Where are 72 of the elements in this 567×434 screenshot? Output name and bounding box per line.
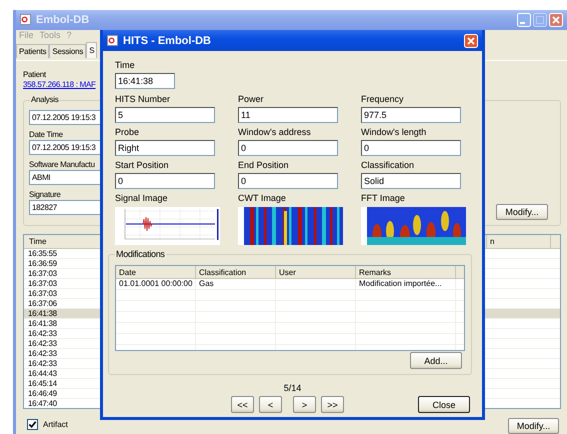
window-title: HITS - Embol-DB — [123, 34, 211, 46]
checkbox-label: Artifact — [43, 420, 68, 428]
time-cell-text: 16:44:43 — [27, 369, 57, 378]
group-title: Analysis — [30, 95, 60, 104]
field-label: HITS Number — [115, 94, 172, 105]
artifact-checkbox[interactable] — [27, 418, 38, 430]
table-cell: 01.01.0001 00:00:00 — [116, 279, 196, 289]
text-field[interactable]: 16:41:38 — [115, 73, 175, 89]
field-label: Signature — [29, 190, 62, 199]
time-cell-text: 16:45:14 — [27, 379, 57, 388]
time-cell-text: 16:42:33 — [27, 359, 57, 368]
field-label: Patient — [23, 70, 47, 79]
column-header[interactable]: Classification — [196, 266, 276, 279]
close-icon[interactable] — [549, 12, 563, 27]
field-label: Time — [115, 60, 136, 71]
field-label: Probe — [115, 127, 140, 138]
nav-button[interactable]: << — [231, 396, 254, 413]
time-cell-text: 16:37:03 — [27, 289, 57, 298]
nav-button[interactable]: < — [259, 396, 282, 413]
group-title: Modifications — [115, 249, 166, 259]
time-cell-text: 16:42:33 — [27, 329, 57, 338]
text-field[interactable]: 5 — [115, 107, 215, 123]
field-label: Window's address — [238, 127, 312, 138]
table-cell: Gas — [196, 279, 276, 289]
text-field[interactable]: 0 — [238, 140, 338, 156]
time-cell-text: 16:47:40 — [27, 399, 57, 408]
text-field[interactable]: 0 — [115, 173, 215, 189]
field-label: Start Position — [115, 160, 170, 171]
add-button[interactable]: Add... — [410, 352, 462, 369]
table-cell: Modification importée... — [356, 279, 456, 289]
nav-button[interactable]: > — [293, 396, 316, 413]
column-header[interactable]: n — [487, 235, 551, 248]
image-label: CWT Image — [238, 193, 287, 204]
time-cell-text: 16:37:03 — [27, 279, 57, 288]
app-icon — [20, 14, 31, 26]
time-cell-text: 16:35:55 — [27, 249, 57, 258]
text-field[interactable]: 11 — [238, 107, 338, 123]
text-field[interactable]: Right — [115, 140, 215, 156]
close-icon[interactable] — [464, 34, 478, 48]
time-cell-text: 16:46:49 — [27, 389, 57, 398]
text-field[interactable]: Solid — [361, 173, 461, 189]
column-header[interactable]: Remarks — [356, 266, 456, 279]
text-field[interactable]: 0 — [361, 140, 461, 156]
text-field[interactable]: 0 — [238, 173, 338, 189]
field-label: Frequency — [361, 94, 405, 105]
close-button[interactable]: Close — [418, 396, 470, 413]
field-label: End Position — [238, 160, 290, 171]
modify-button[interactable]: Modify... — [496, 204, 548, 220]
time-cell-text: 16:36:59 — [27, 259, 57, 268]
image-label: FFT Image — [361, 193, 406, 204]
field-label: Power — [238, 94, 265, 105]
minimize-icon[interactable] — [517, 12, 531, 27]
nav-button[interactable]: >> — [321, 396, 344, 413]
column-header[interactable]: User — [276, 266, 356, 279]
modify-button[interactable]: Modify... — [508, 418, 559, 434]
time-cell-text: 16:37:03 — [27, 269, 57, 278]
field-label: Classification — [361, 160, 416, 171]
patient-link[interactable]: 358.57.266.118 : MAF — [23, 80, 96, 89]
window-title: Embol-DB — [36, 14, 90, 26]
time-cell-text: 16:37:06 — [27, 299, 57, 308]
record-counter: 5/14 — [284, 383, 302, 393]
app-icon — [107, 35, 118, 46]
time-cell-text: 16:41:38 — [27, 309, 57, 318]
field-label: Window's length — [361, 127, 428, 138]
time-cell-text: 16:41:38 — [27, 319, 57, 328]
time-cell-text: 16:42:33 — [27, 349, 57, 358]
text-field[interactable]: 977.5 — [361, 107, 461, 123]
tab[interactable]: S — [86, 42, 98, 58]
time-cell-text: 16:42:33 — [27, 339, 57, 348]
column-header[interactable]: Date — [116, 266, 196, 279]
tab[interactable]: Sessions — [49, 44, 86, 58]
tab[interactable]: Patients — [16, 44, 50, 58]
